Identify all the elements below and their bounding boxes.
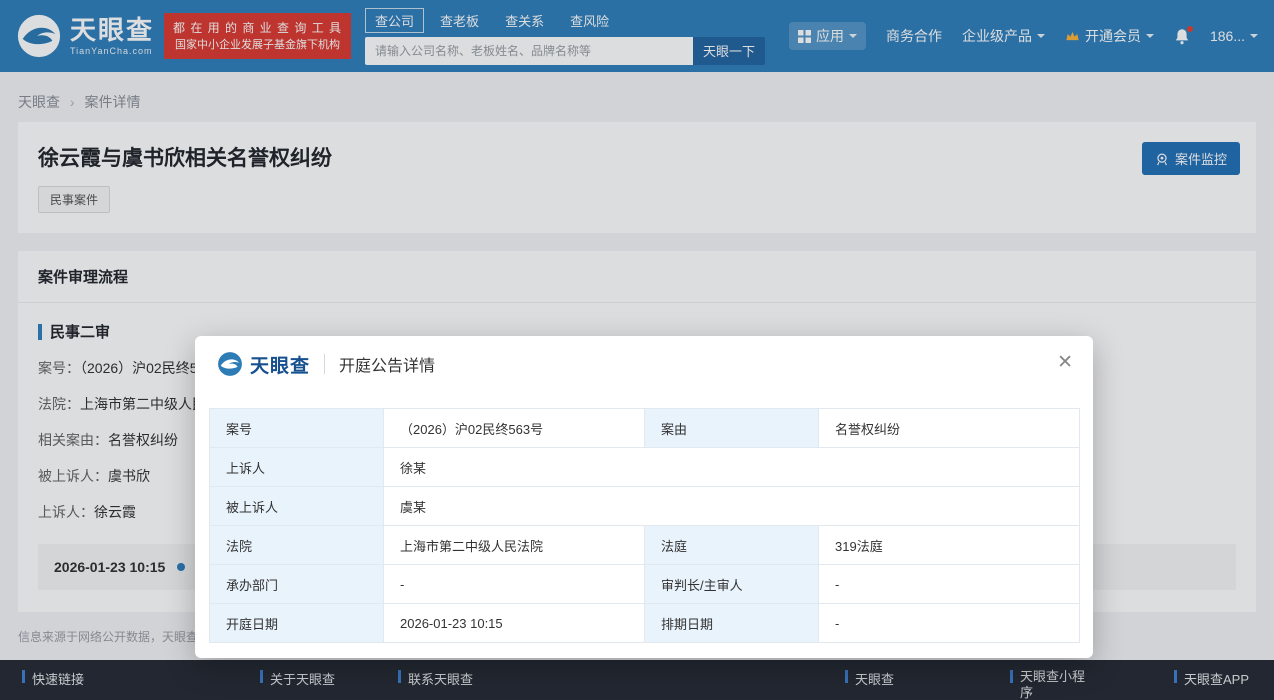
cell-label: 被上诉人 [209,486,384,526]
modal-title: 开庭公告详情 [339,358,436,375]
cell-label: 法庭 [644,525,819,565]
hearing-detail-table: 案号 （2026）沪02民终563号 案由 名誉权纠纷 上诉人 徐某 被上诉人 … [209,408,1080,643]
cell-value: （2026）沪02民终563号 [383,408,645,448]
cell-value: - [818,603,1080,643]
cell-label: 案号 [209,408,384,448]
cell-value: 2026-01-23 10:15 [383,603,645,643]
table-row: 法院 上海市第二中级人民法院 法庭 319法庭 [209,525,1080,565]
cell-value: 徐某 [383,447,1080,487]
table-row: 承办部门 - 审判长/主审人 - [209,564,1080,604]
cell-value: - [383,564,645,604]
table-row: 上诉人 徐某 [209,447,1080,487]
table-row: 被上诉人 虞某 [209,486,1080,526]
cell-value: 上海市第二中级人民法院 [383,525,645,565]
modal-header: 天眼查 开庭公告详情 ✕ [195,336,1093,392]
cell-label: 承办部门 [209,564,384,604]
cell-label: 上诉人 [209,447,384,487]
table-row: 开庭日期 2026-01-23 10:15 排期日期 - [209,603,1080,643]
cell-value: 虞某 [383,486,1080,526]
cell-label: 开庭日期 [209,603,384,643]
cell-label: 审判长/主审人 [644,564,819,604]
cell-label: 排期日期 [644,603,819,643]
tianyancha-eye-icon [218,352,242,376]
table-row: 案号 （2026）沪02民终563号 案由 名誉权纠纷 [209,408,1080,448]
cell-value: 319法庭 [818,525,1080,565]
cell-label: 法院 [209,525,384,565]
cell-value: - [818,564,1080,604]
hearing-detail-modal: 天眼查 开庭公告详情 ✕ 案号 （2026）沪02民终563号 案由 名誉权纠纷… [195,336,1093,658]
close-icon[interactable]: ✕ [1057,353,1073,372]
cell-value: 名誉权纠纷 [818,408,1080,448]
modal-logo-title: 天眼查 [250,355,311,377]
modal-header-divider [324,354,326,374]
cell-label: 案由 [644,408,819,448]
